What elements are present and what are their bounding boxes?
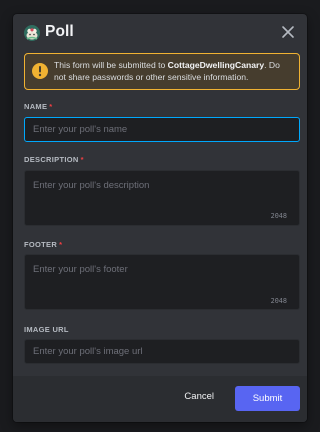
- image-url-label-text: Image URL: [24, 325, 69, 334]
- required-marker: *: [80, 155, 84, 164]
- description-label: Description *: [24, 155, 84, 164]
- cancel-button[interactable]: Cancel: [180, 389, 218, 404]
- image-url-input[interactable]: [24, 339, 300, 364]
- notice-username: CottageDwellingCanary: [167, 60, 265, 70]
- warning-icon: [31, 62, 49, 80]
- modal-header: Poll: [13, 14, 307, 50]
- submit-button[interactable]: Submit: [235, 386, 300, 411]
- footer-label: Footer *: [24, 240, 62, 249]
- notice-prefix: This form will be submitted to: [54, 60, 168, 70]
- poll-modal: Poll This form will be submitted to Cott…: [13, 14, 307, 422]
- footer-char-counter: 2048: [270, 297, 287, 305]
- description-label-text: Description: [24, 155, 79, 164]
- notice-text: This form will be submitted to CottageDw…: [54, 59, 293, 83]
- close-icon[interactable]: [279, 23, 297, 41]
- footer-input[interactable]: [24, 254, 300, 310]
- footer-label-text: Footer: [24, 240, 58, 249]
- required-marker: *: [49, 102, 53, 111]
- image-url-label: Image URL: [24, 325, 69, 334]
- bot-avatar-icon: [24, 25, 40, 41]
- description-input[interactable]: [24, 170, 300, 226]
- required-marker: *: [59, 240, 63, 249]
- name-label-text: Name: [24, 102, 48, 111]
- modal-title: Poll: [45, 23, 74, 40]
- description-char-counter: 2048: [270, 212, 287, 220]
- warning-notice: This form will be submitted to CottageDw…: [24, 53, 300, 90]
- name-input[interactable]: [24, 117, 300, 142]
- modal-footer: Cancel Submit: [13, 376, 307, 422]
- name-label: Name *: [24, 102, 53, 111]
